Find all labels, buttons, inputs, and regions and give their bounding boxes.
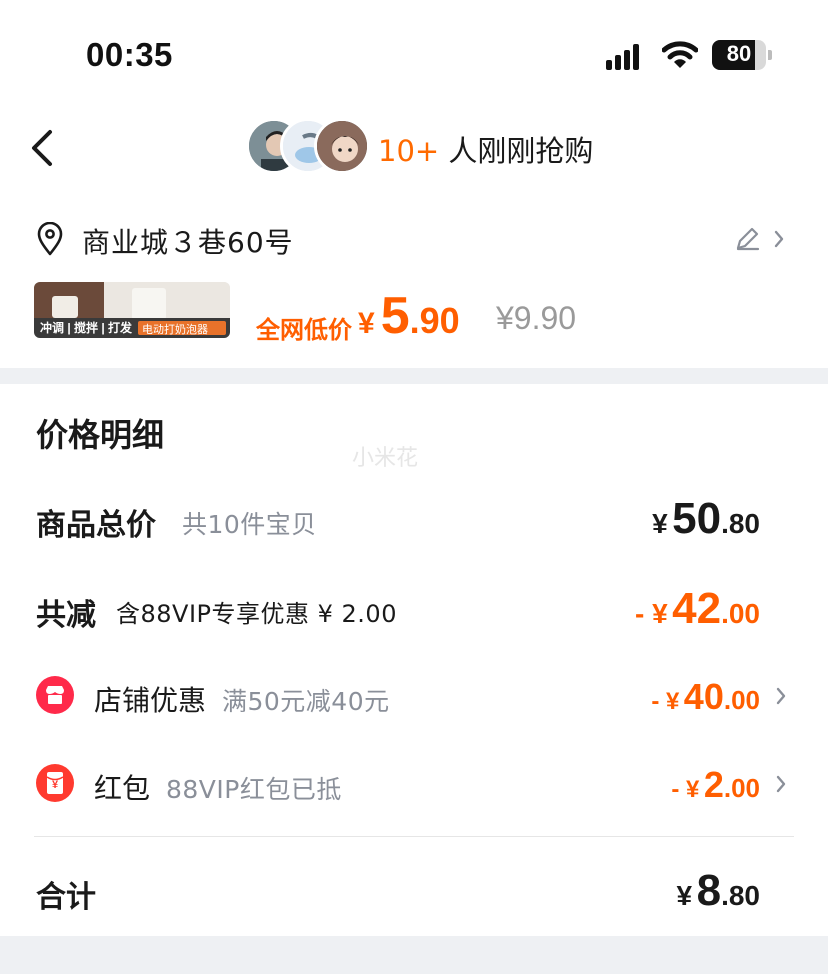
back-button[interactable] (28, 128, 58, 168)
chevron-right-icon[interactable] (772, 228, 786, 250)
amount-yen: ¥ (676, 880, 693, 911)
thumb-badge: 电动打奶泡器 (142, 324, 208, 336)
thumb-tags: 冲调 | 搅拌 | 打发 (40, 321, 133, 335)
red-packet-glyph: ¥ (51, 779, 59, 791)
status-time: 00:35 (86, 36, 173, 73)
total-label: 商品总价 (36, 508, 156, 543)
amount-dec: .80 (721, 880, 760, 911)
amount-dec: .80 (721, 508, 760, 539)
reduction-note: 含88VIP专享优惠 ¥ 2.00 (116, 600, 397, 628)
amount-dec: .00 (721, 598, 760, 629)
delivery-address[interactable]: 商业城３巷60号 (82, 221, 294, 261)
store-discount-label[interactable]: 店铺优惠 (94, 679, 206, 719)
signal-icon (606, 44, 648, 70)
edit-pencil-icon (736, 227, 760, 251)
battery-icon: 80 (712, 40, 772, 72)
product-thumbnail[interactable]: 冲调 | 搅拌 | 打发 电动打奶泡器 (34, 282, 230, 338)
lowest-price-label: 全网低价 (256, 316, 352, 344)
section-divider (0, 368, 828, 384)
amount-int: 8 (696, 866, 722, 915)
battery-level: 80 (726, 41, 752, 66)
wifi-icon (661, 40, 699, 70)
original-price: ¥9.90 (496, 300, 577, 336)
chevron-right-icon[interactable] (774, 773, 788, 795)
store-icon (36, 676, 74, 714)
avatar (314, 118, 370, 174)
sum-label: 合计 (36, 880, 96, 915)
amount-prefix: - ¥ (651, 688, 680, 715)
amount-dec: .00 (723, 685, 760, 715)
divider (34, 836, 794, 837)
amount-int: 2 (703, 764, 724, 805)
amount-int: 42 (672, 584, 722, 633)
amount-prefix: - ¥ (634, 598, 668, 629)
buyers-text: 人刚刚抢购 (439, 134, 594, 168)
product-price: ¥5.90 (358, 286, 460, 346)
recent-buyers-text: 10+ 人刚刚抢购 (378, 128, 593, 170)
back-chevron-icon (32, 130, 52, 166)
price-dec: .90 (409, 300, 460, 341)
chevron-right-icon[interactable] (774, 685, 788, 707)
amount-prefix: - ¥ (671, 776, 700, 803)
red-packet-icon: ¥ (36, 764, 74, 802)
price-int: 5 (380, 287, 410, 345)
reduction-label: 共减 (36, 598, 96, 633)
location-pin-icon (36, 221, 64, 256)
price-details-title: 价格明细 (36, 416, 165, 454)
buyer-avatars (246, 118, 376, 178)
amount-int: 50 (672, 494, 722, 543)
amount-dec: .00 (723, 773, 760, 803)
sum-amount: ¥ 8.80 (677, 866, 760, 916)
amount-int: 40 (683, 676, 724, 717)
red-packet-label[interactable]: 红包 (94, 767, 150, 807)
buyers-count: 10+ (378, 134, 440, 168)
red-packet-note: 88VIP红包已抵 (166, 775, 342, 804)
red-packet-amount[interactable]: - ¥ 2.00 (671, 764, 760, 806)
total-item-count: 共10件宝贝 (182, 510, 317, 539)
price-yen: ¥ (358, 307, 375, 340)
store-discount-rule: 满50元减40元 (222, 687, 390, 716)
watermark: 小米花 (352, 446, 419, 471)
reduction-amount: - ¥ 42.00 (635, 584, 760, 634)
amount-yen: ¥ (652, 508, 668, 539)
bottom-band (0, 936, 828, 974)
store-discount-amount[interactable]: - ¥ 40.00 (651, 676, 760, 718)
edit-address-button[interactable] (734, 224, 762, 252)
total-amount: ¥ 50.80 (652, 494, 760, 544)
